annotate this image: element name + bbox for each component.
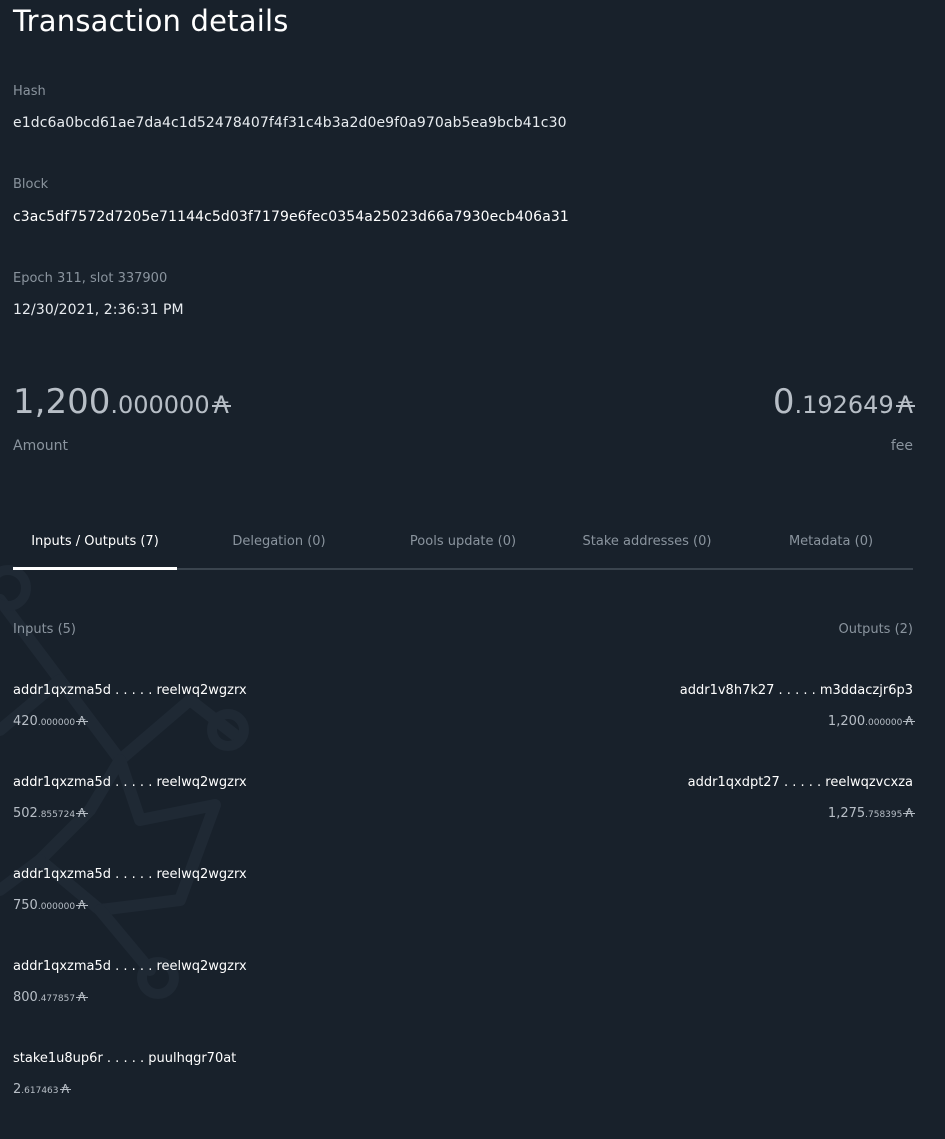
inputs-heading: Inputs (5) [13, 622, 76, 637]
input-amount-decimal: .000000 [37, 902, 76, 912]
input-address-link[interactable]: addr1qxzma5d . . . . . reelwq2wgzrx [13, 866, 313, 884]
transaction-datetime: 12/30/2021, 2:36:31 PM [13, 302, 184, 318]
ada-currency-icon: ₳ [76, 990, 88, 1004]
input-amount-integer: 420 [13, 714, 38, 729]
output-item: addr1qxdpt27 . . . . . reelwqzvcxza 1,27… [613, 774, 915, 821]
fee-decimal: .192649 [794, 391, 894, 419]
input-amount: 800.477857 ₳ [13, 989, 313, 1005]
input-amount-decimal: .477857 [37, 994, 76, 1004]
block-label: Block [13, 177, 49, 192]
input-amount-integer: 502 [13, 806, 38, 821]
fee-label: fee [890, 438, 913, 454]
outputs-heading: Outputs (2) [838, 622, 913, 637]
ada-currency-icon: ₳ [903, 714, 915, 728]
ada-currency-icon: ₳ [76, 898, 88, 912]
output-amount-integer: 1,200 [827, 714, 866, 729]
input-amount-decimal: .000000 [37, 718, 76, 728]
tab-stake-addresses[interactable]: Stake addresses (0) [565, 520, 729, 568]
output-amount-integer: 1,275 [827, 806, 866, 821]
input-amount-integer: 800 [13, 990, 38, 1005]
fee-integer: 0 [772, 382, 795, 422]
output-address-link[interactable]: addr1v8h7k27 . . . . . m3ddaczjr6p3 [613, 682, 913, 700]
transaction-tabs: Inputs / Outputs (7) Delegation (0) Pool… [13, 520, 913, 570]
input-amount: 502.855724 ₳ [13, 805, 313, 821]
input-address-link[interactable]: addr1qxzma5d . . . . . reelwq2wgzrx [13, 958, 313, 976]
input-amount-decimal: .617463 [21, 1086, 59, 1096]
input-amount: 420.000000 ₳ [13, 713, 313, 729]
input-amount-decimal: .855724 [37, 810, 76, 820]
output-amount: 1,275.758395 ₳ [613, 805, 915, 821]
input-address-link[interactable]: addr1qxzma5d . . . . . reelwq2wgzrx [13, 774, 313, 792]
output-address-link[interactable]: addr1qxdpt27 . . . . . reelwqzvcxza [613, 774, 913, 792]
tab-inputs-outputs[interactable]: Inputs / Outputs (7) [13, 520, 177, 570]
output-amount-decimal: .000000 [865, 718, 903, 728]
ada-currency-icon: ₳ [59, 1082, 71, 1096]
output-item: addr1v8h7k27 . . . . . m3ddaczjr6p3 1,20… [613, 682, 915, 729]
input-item: addr1qxzma5d . . . . . reelwq2wgzrx 502.… [13, 774, 313, 821]
page-title: Transaction details [13, 4, 289, 38]
output-amount-decimal: .758395 [865, 810, 903, 820]
ada-currency-icon: ₳ [76, 714, 88, 728]
input-item: addr1qxzma5d . . . . . reelwq2wgzrx 800.… [13, 958, 313, 1005]
input-address-link[interactable]: addr1qxzma5d . . . . . reelwq2wgzrx [13, 682, 313, 700]
tab-delegation[interactable]: Delegation (0) [197, 520, 361, 568]
hash-label: Hash [13, 84, 46, 99]
hash-value: e1dc6a0bcd61ae7da4c1d52478407f4f31c4b3a2… [13, 115, 567, 131]
fee-value: 0.192649 ₳ [772, 382, 916, 422]
amount-label: Amount [13, 438, 69, 454]
amount-decimal: .000000 [110, 391, 210, 419]
input-amount: 750.000000 ₳ [13, 897, 313, 913]
amount-value: 1,200.000000 ₳ [13, 382, 232, 422]
amount-integer: 1,200 [13, 382, 111, 422]
output-amount: 1,200.000000 ₳ [613, 713, 915, 729]
input-amount-integer: 750 [13, 898, 38, 913]
input-amount: 2.617463 ₳ [13, 1081, 313, 1097]
input-item: stake1u8up6r . . . . . puulhqgr70at 2.61… [13, 1050, 313, 1097]
input-address-link[interactable]: stake1u8up6r . . . . . puulhqgr70at [13, 1050, 313, 1068]
tab-pools-update[interactable]: Pools update (0) [381, 520, 545, 568]
ada-currency-icon: ₳ [211, 391, 232, 419]
input-item: addr1qxzma5d . . . . . reelwq2wgzrx 420.… [13, 682, 313, 729]
block-link[interactable]: c3ac5df7572d7205e71144c5d03f7179e6fec035… [13, 209, 569, 225]
input-item: addr1qxzma5d . . . . . reelwq2wgzrx 750.… [13, 866, 313, 913]
epoch-slot-label: Epoch 311, slot 337900 [13, 271, 168, 286]
tab-metadata[interactable]: Metadata (0) [749, 520, 913, 568]
ada-currency-icon: ₳ [903, 806, 915, 820]
ada-currency-icon: ₳ [895, 391, 916, 419]
ada-currency-icon: ₳ [76, 806, 88, 820]
